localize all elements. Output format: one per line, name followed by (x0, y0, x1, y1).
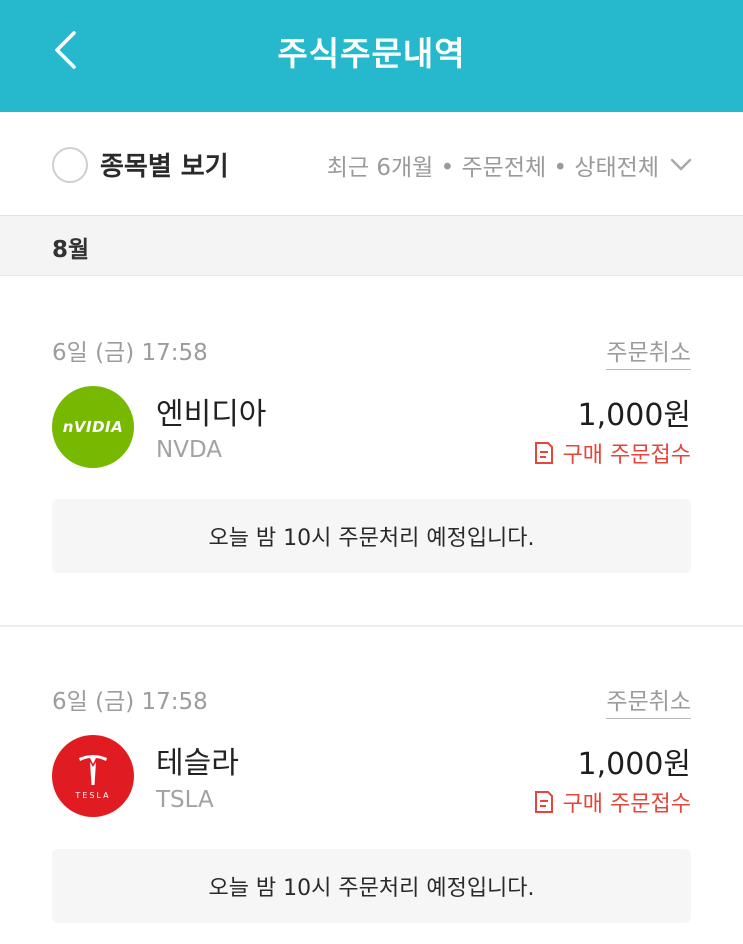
order-date: 6일 (금) 17:58 (52, 689, 208, 715)
stock-name: 엔비디아 (156, 397, 267, 432)
toggle-label: 종목별 보기 (100, 152, 229, 182)
app-header: 주식주문내역 (0, 0, 743, 112)
order-notice: 오늘 밤 10시 주문처리 예정입니다. (52, 499, 691, 573)
page-title: 주식주문내역 (277, 34, 466, 73)
filter-summary: 최근 6개월 • 주문전체 • 상태전체 (326, 155, 659, 181)
filter-bar: 종목별 보기 최근 6개월 • 주문전체 • 상태전체 (0, 112, 743, 216)
month-label: 8월 (52, 237, 90, 263)
order-card: 6일 (금) 17:58 주문취소 TESLA 테슬라 TSLA 1,000원 … (0, 627, 743, 944)
order-status: 구매 주문접수 (533, 437, 691, 469)
nvidia-logo: nVIDIA (52, 386, 134, 468)
tesla-logo: TESLA (52, 735, 134, 817)
tesla-t-icon (79, 754, 107, 785)
document-icon (533, 441, 555, 465)
stock-ticker: NVDA (156, 437, 222, 463)
radio-circle[interactable] (52, 146, 88, 183)
order-date: 6일 (금) 17:58 (52, 340, 208, 366)
stock-name: 테슬라 (156, 746, 239, 781)
cancel-order-link[interactable]: 주문취소 (606, 682, 691, 719)
order-card: 6일 (금) 17:58 주문취소 nVIDIA 엔비디아 NVDA 1,000… (0, 277, 743, 625)
document-icon (533, 790, 555, 814)
order-status: 구매 주문접수 (533, 786, 691, 818)
status-text: 구매 주문접수 (562, 792, 691, 817)
status-text: 구매 주문접수 (562, 443, 691, 468)
filter-dropdown[interactable]: 최근 6개월 • 주문전체 • 상태전체 (327, 148, 693, 182)
logo-text: nVIDIA (62, 418, 124, 436)
order-amount: 1,000원 (577, 747, 691, 782)
chevron-down-icon (669, 157, 693, 173)
cancel-order-link[interactable]: 주문취소 (606, 333, 691, 370)
order-notice: 오늘 밤 10시 주문처리 예정입니다. (52, 849, 691, 923)
stock-ticker: TSLA (156, 787, 214, 813)
logo-text: TESLA (75, 790, 111, 800)
group-by-stock-toggle[interactable]: 종목별 보기 (52, 146, 229, 183)
order-amount: 1,000원 (577, 398, 691, 433)
month-section-header: 8월 (0, 216, 743, 276)
